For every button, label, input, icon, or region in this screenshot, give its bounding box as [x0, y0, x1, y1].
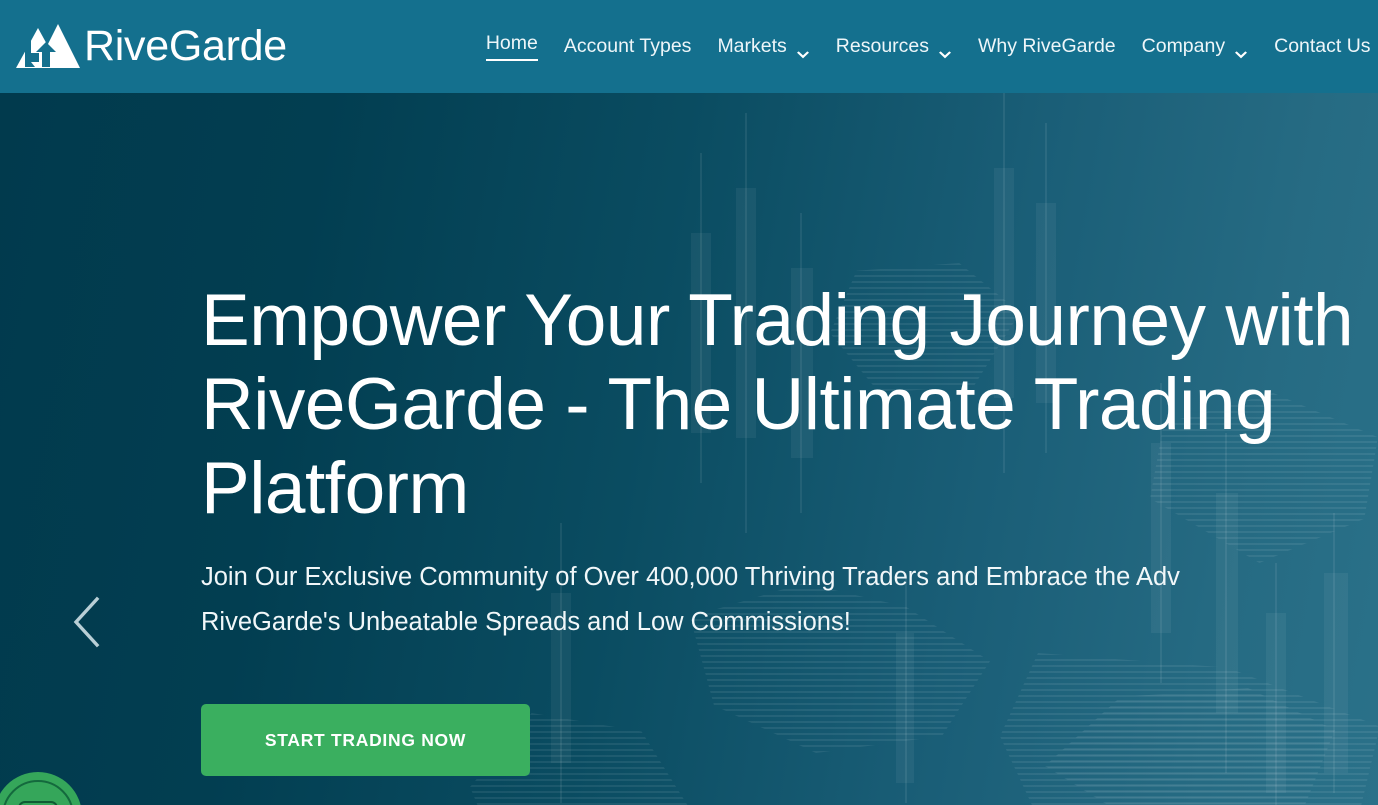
chevron-down-icon: [1234, 43, 1248, 59]
nav-item-markets[interactable]: Markets: [704, 0, 822, 93]
nav-label: Why RiveGarde: [978, 35, 1116, 57]
chat-bubble-icon: [18, 801, 58, 805]
start-trading-now-button[interactable]: START TRADING NOW: [201, 704, 530, 776]
nav-item-contact-us[interactable]: Contact Us: [1261, 0, 1378, 93]
hero-banner: Empower Your Trading Journey with RiveGa…: [0, 93, 1378, 805]
mountain-arrows-logo-icon: [8, 20, 80, 74]
nav-label: Markets: [717, 35, 787, 57]
main-navigation: Home Account Types Markets Resources Why…: [473, 0, 1378, 93]
nav-item-home[interactable]: Home: [473, 0, 551, 93]
hero-heading: Empower Your Trading Journey with RiveGa…: [201, 280, 1354, 529]
nav-item-why-rivegarde[interactable]: Why RiveGarde: [965, 0, 1129, 93]
hero-content: Empower Your Trading Journey with RiveGa…: [0, 93, 1378, 805]
page-root: RiveGarde Home Account Types Markets Res…: [0, 0, 1378, 805]
site-header: RiveGarde Home Account Types Markets Res…: [0, 0, 1378, 93]
chevron-down-icon: [938, 43, 952, 59]
nav-item-company[interactable]: Company: [1129, 0, 1261, 93]
nav-label: Home: [485, 33, 538, 62]
chevron-down-icon: [796, 43, 810, 59]
brand-logo[interactable]: RiveGarde: [8, 20, 287, 74]
chevron-left-icon: [71, 596, 101, 651]
nav-label: Resources: [835, 35, 930, 57]
nav-label: Account Types: [563, 35, 692, 57]
nav-label: Company: [1141, 35, 1226, 57]
nav-item-resources[interactable]: Resources: [823, 0, 965, 93]
hero-subheading: Join Our Exclusive Community of Over 400…: [201, 563, 1180, 636]
carousel-prev-button[interactable]: [62, 589, 110, 657]
nav-label: Contact Us: [1274, 35, 1371, 57]
nav-item-account-types[interactable]: Account Types: [551, 0, 705, 93]
brand-name: RiveGarde: [84, 22, 287, 70]
